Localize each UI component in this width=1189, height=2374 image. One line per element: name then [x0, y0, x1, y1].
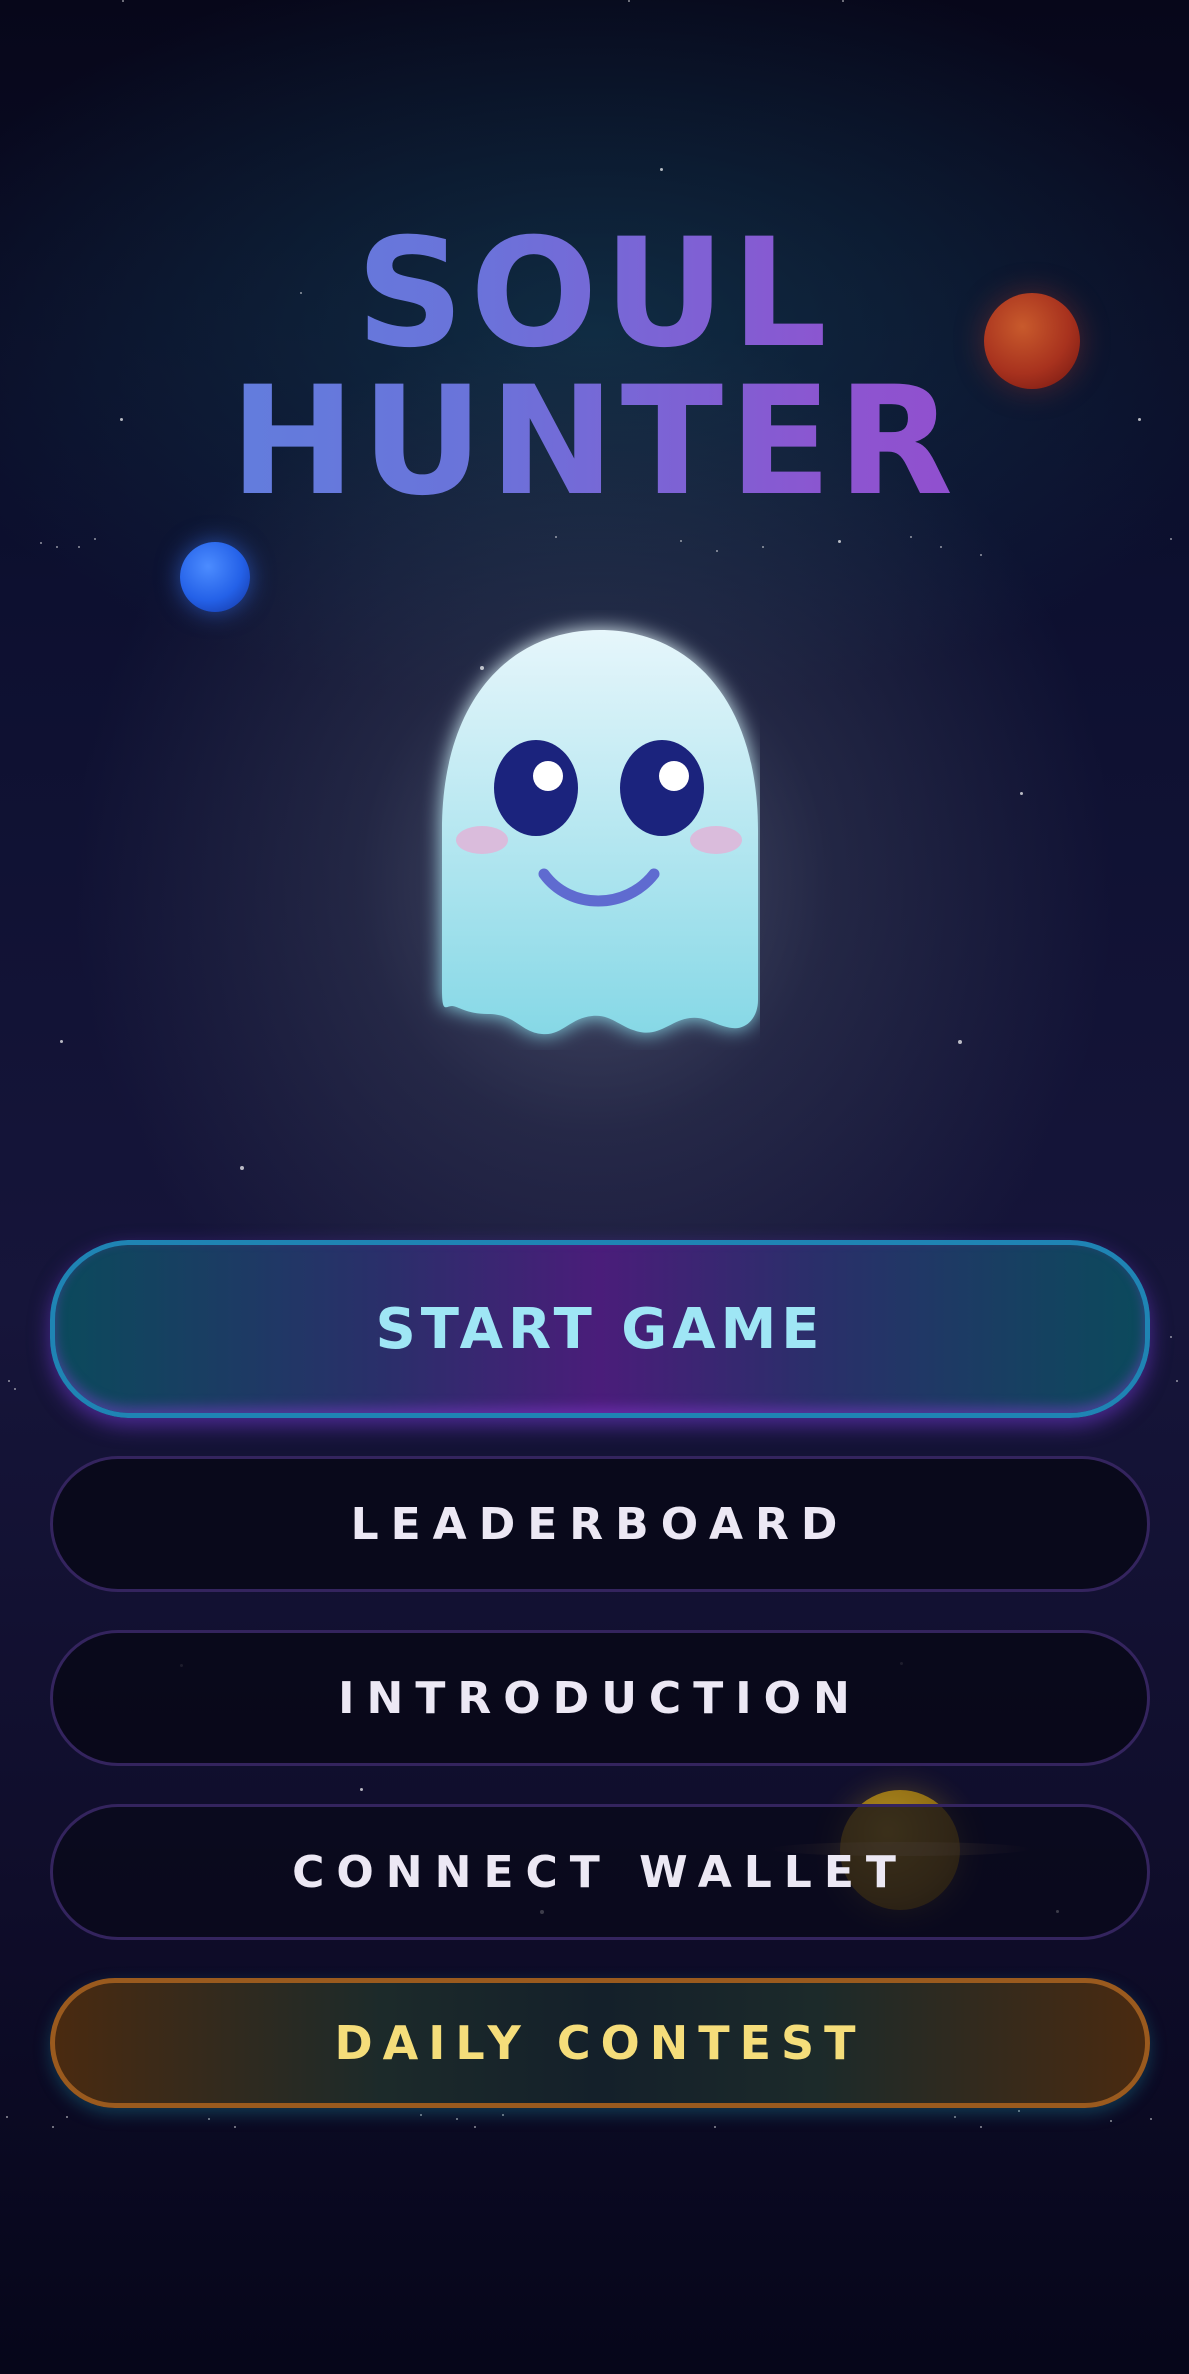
star — [66, 2116, 68, 2118]
star — [40, 542, 42, 544]
leaderboard-label: LEADERBOARD — [350, 1498, 850, 1550]
star — [456, 2118, 458, 2120]
leaderboard-button[interactable]: LEADERBOARD — [50, 1456, 1150, 1592]
star — [714, 2126, 716, 2128]
star — [1018, 2110, 1020, 2112]
introduction-label: INTRODUCTION — [338, 1672, 862, 1724]
title-line-hunter: HUNTER — [0, 367, 1189, 517]
star — [420, 2114, 422, 2116]
star — [954, 2116, 956, 2118]
star — [60, 1040, 63, 1043]
star — [14, 1388, 16, 1390]
ghost-icon — [420, 610, 760, 1050]
star — [1020, 792, 1023, 795]
star — [502, 2114, 504, 2116]
game-title: SOUL HUNTER — [0, 219, 1189, 517]
start-game-button[interactable]: START GAME — [50, 1240, 1150, 1418]
star — [1110, 2120, 1112, 2122]
star — [842, 0, 844, 2]
star — [360, 1788, 363, 1791]
blue-planet-icon — [180, 542, 250, 612]
star — [980, 2126, 982, 2128]
star — [660, 168, 663, 171]
star — [716, 550, 718, 552]
star — [78, 546, 80, 548]
start-game-label: START GAME — [375, 1296, 825, 1362]
star — [958, 1040, 962, 1044]
introduction-button[interactable]: INTRODUCTION — [50, 1630, 1150, 1766]
star — [474, 2126, 476, 2128]
star — [680, 540, 682, 542]
star — [980, 554, 982, 556]
ghost-right-cheek — [690, 826, 742, 854]
star — [762, 546, 764, 548]
star — [234, 2126, 236, 2128]
star — [940, 546, 942, 548]
star — [555, 536, 557, 538]
star — [838, 540, 841, 543]
star — [1150, 2118, 1152, 2120]
star — [1170, 1336, 1172, 1338]
star — [1176, 1380, 1178, 1382]
star — [94, 538, 96, 540]
star — [910, 536, 912, 538]
ghost-left-eye — [494, 740, 578, 836]
daily-contest-label: DAILY CONTEST — [334, 2016, 866, 2070]
ghost-left-cheek — [456, 826, 508, 854]
star — [6, 2116, 8, 2118]
ghost-right-eye — [620, 740, 704, 836]
star — [52, 2126, 54, 2128]
star — [628, 0, 630, 2]
title-line-soul: SOUL — [0, 219, 1189, 369]
connect-wallet-button[interactable]: CONNECT WALLET — [50, 1804, 1150, 1940]
star — [56, 546, 58, 548]
star — [8, 1380, 10, 1382]
main-menu-screen: SOUL HUNTER START GAME LEADERBOARD INTRO… — [0, 0, 1189, 2374]
star — [122, 0, 124, 2]
star — [208, 2118, 210, 2120]
star — [240, 1166, 244, 1170]
star — [1170, 538, 1172, 540]
connect-wallet-label: CONNECT WALLET — [292, 1846, 908, 1898]
daily-contest-button[interactable]: DAILY CONTEST — [50, 1978, 1150, 2108]
